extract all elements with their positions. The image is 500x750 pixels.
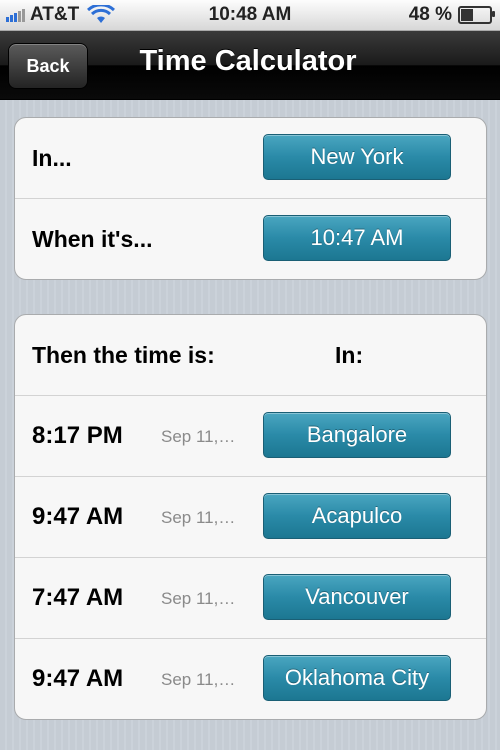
battery-percent: 48 %: [408, 4, 452, 25]
results-group: Then the time is: In: 8:17 PM Sep 11,… B…: [14, 314, 487, 720]
result-time: 9:47 AM: [32, 503, 124, 530]
result-date: Sep 11,…: [161, 427, 236, 446]
result-row: 9:47 AM Sep 11,… Acapulco: [15, 477, 486, 558]
result-time: 9:47 AM: [32, 665, 124, 692]
result-date: Sep 11,…: [161, 508, 236, 527]
city-button-bangalore[interactable]: Bangalore: [263, 412, 451, 458]
when-label: When it's...: [32, 226, 153, 252]
location-row: In... New York: [15, 118, 486, 199]
content-area: In... New York When it's... 10:47 AM The…: [0, 100, 500, 750]
result-time: 8:17 PM: [32, 422, 123, 449]
in-column-label: In:: [335, 342, 364, 368]
status-bar: AT&T 10:48 AM 48 %: [0, 0, 500, 31]
input-group: In... New York When it's... 10:47 AM: [14, 117, 487, 280]
then-time-label: Then the time is:: [32, 342, 215, 368]
location-button[interactable]: New York: [263, 134, 451, 180]
result-time: 7:47 AM: [32, 584, 124, 611]
city-button-oklahoma-city[interactable]: Oklahoma City: [263, 655, 451, 701]
result-date: Sep 11,…: [161, 670, 236, 689]
page-title-text: Time Calculator: [139, 45, 357, 77]
result-row: 7:47 AM Sep 11,… Vancouver: [15, 558, 486, 639]
result-date: Sep 11,…: [161, 589, 236, 608]
city-button-vancouver[interactable]: Vancouver: [263, 574, 451, 620]
time-button[interactable]: 10:47 AM: [263, 215, 451, 261]
time-row: When it's... 10:47 AM: [15, 199, 486, 279]
battery-icon: [458, 6, 495, 24]
battery-fill: [461, 9, 474, 21]
result-row: 8:17 PM Sep 11,… Bangalore: [15, 396, 486, 477]
navigation-bar: Back Time Calculator: [0, 31, 500, 100]
result-row: 9:47 AM Sep 11,… Oklahoma City: [15, 639, 486, 719]
results-header: Then the time is: In:: [15, 315, 486, 396]
city-button-acapulco[interactable]: Acapulco: [263, 493, 451, 539]
page-title: Time Calculator: [0, 45, 500, 78]
in-label: In...: [32, 145, 72, 171]
